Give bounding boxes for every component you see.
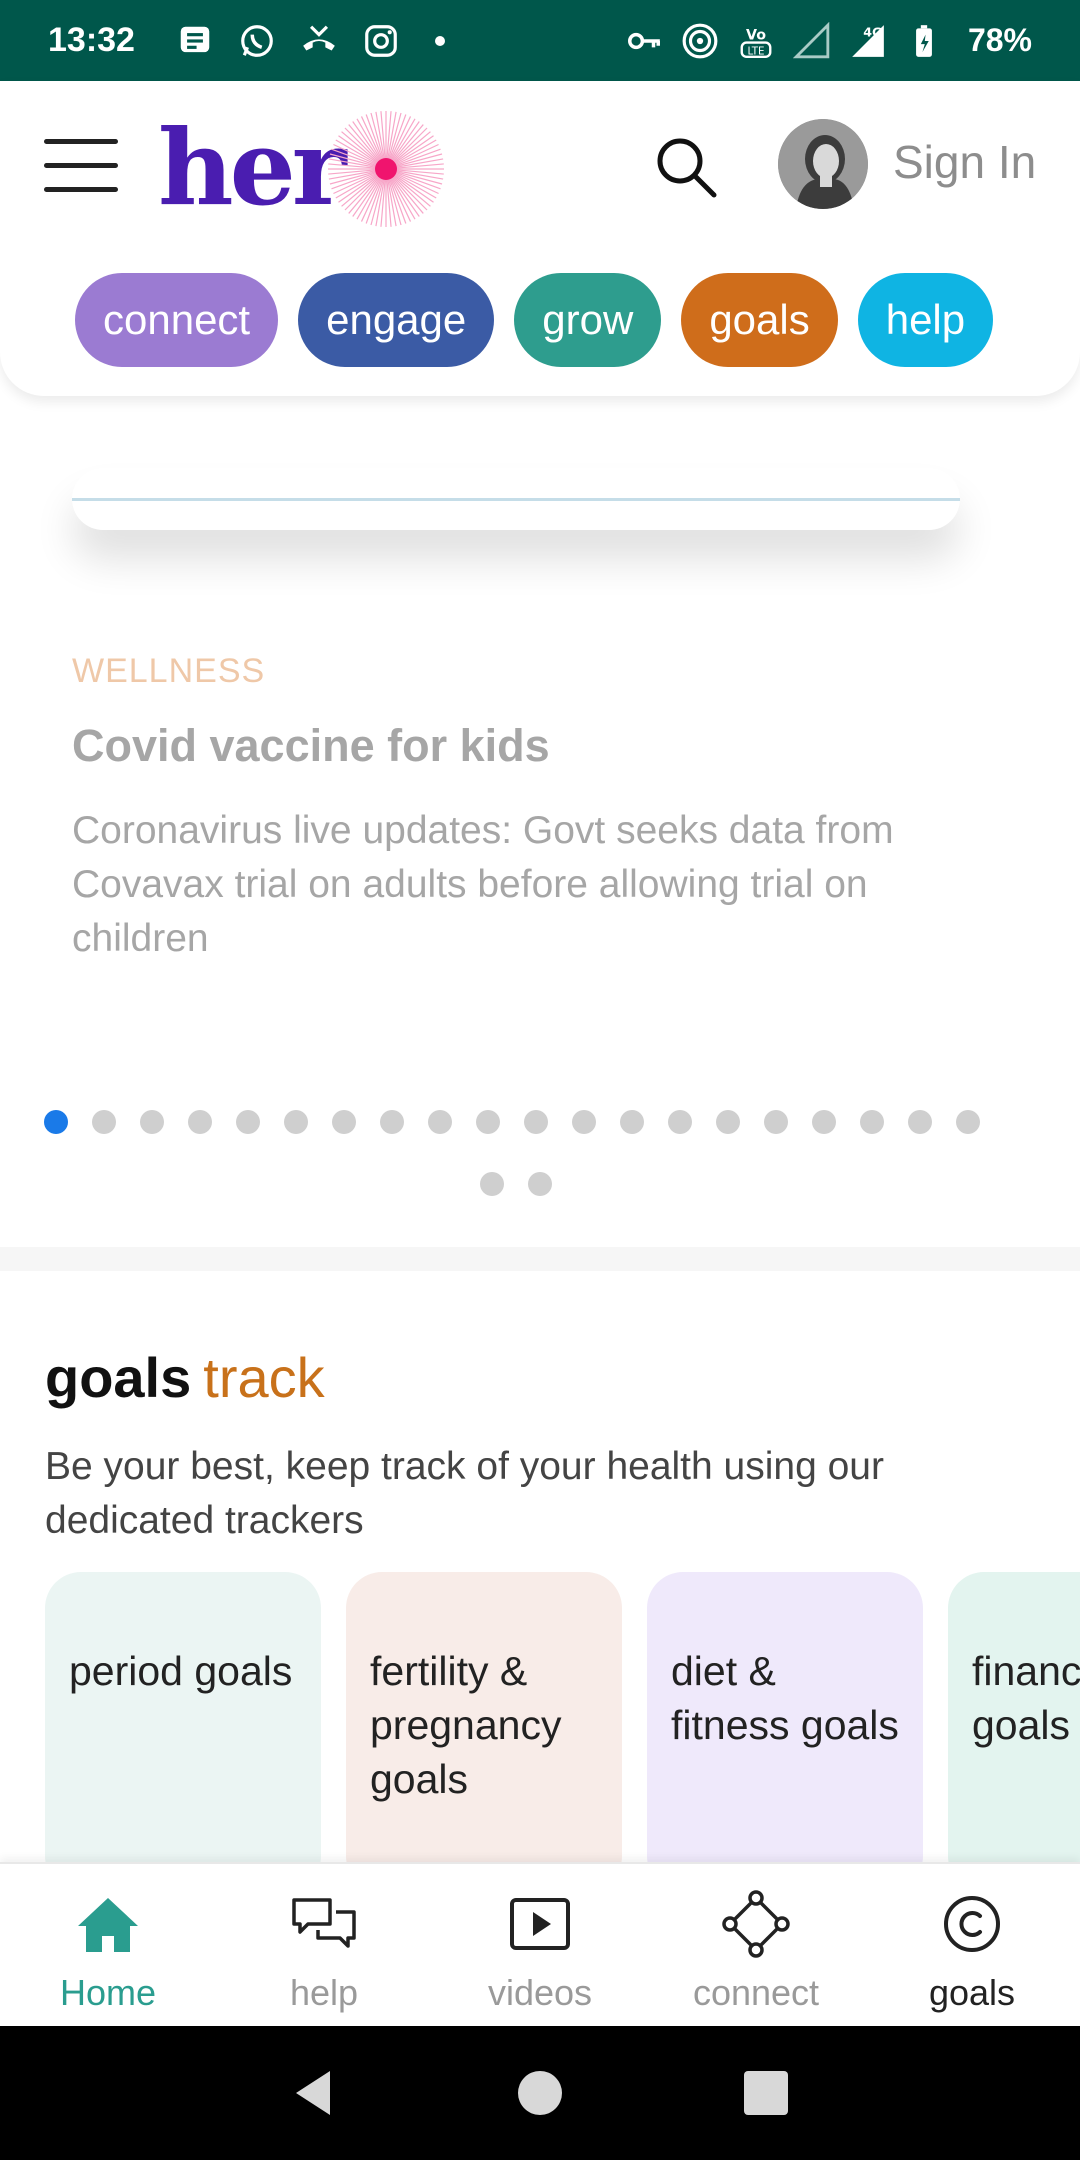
pagination-dot[interactable] bbox=[480, 1172, 504, 1196]
android-navigation-bar bbox=[0, 2026, 1080, 2160]
whatsapp-icon bbox=[237, 21, 277, 61]
nav-connect[interactable]: connect bbox=[648, 1864, 864, 2026]
nav-videos-label: videos bbox=[487, 1972, 593, 2013]
status-time: 13:32 bbox=[48, 21, 135, 59]
pagination-dot[interactable] bbox=[716, 1110, 740, 1134]
pagination-dot[interactable] bbox=[620, 1110, 644, 1134]
nav-help[interactable]: help bbox=[216, 1864, 432, 2026]
chip-connect[interactable]: connect bbox=[75, 273, 279, 367]
category-chips: connect engage grow goals help bbox=[75, 273, 994, 367]
signal-empty-icon bbox=[792, 21, 832, 61]
pagination-dot[interactable] bbox=[44, 1110, 68, 1134]
home-icon bbox=[78, 1898, 138, 1952]
chat-icon bbox=[292, 1898, 356, 1948]
nav-connect-label: connect bbox=[692, 1972, 820, 2013]
chip-engage[interactable]: engage bbox=[298, 273, 495, 367]
section-divider bbox=[0, 1247, 1080, 1271]
home-circle-icon[interactable] bbox=[512, 2065, 568, 2121]
more-notifications-dot bbox=[434, 35, 445, 46]
article-description: Coronavirus live updates: Govt seeks dat… bbox=[72, 809, 894, 960]
tracker-card-finance[interactable]: finance goals bbox=[948, 1572, 1080, 1862]
heading-main: goals bbox=[45, 1346, 192, 1409]
chip-grow[interactable]: grow bbox=[514, 273, 662, 367]
carousel-image-card[interactable] bbox=[72, 468, 960, 530]
sign-in-link[interactable]: Sign In bbox=[893, 135, 1036, 189]
app-header: her Sign In connect engage grow goals he… bbox=[0, 81, 1080, 396]
battery-charging-icon bbox=[904, 21, 944, 61]
logo-burst-icon bbox=[328, 111, 444, 227]
instagram-icon bbox=[361, 21, 401, 61]
hamburger-menu-icon[interactable] bbox=[44, 139, 118, 195]
missed-call-icon bbox=[299, 21, 339, 61]
bottom-navigation: Home help videos connect goals bbox=[0, 1862, 1080, 2026]
status-bar: 13:32 Vo LTE 4G 78% bbox=[0, 0, 1080, 81]
article-category: WELLNESS bbox=[72, 652, 266, 690]
pagination-dot[interactable] bbox=[528, 1172, 552, 1196]
article-title[interactable]: Covid vaccine for kids bbox=[72, 720, 550, 772]
vpn-key-icon bbox=[624, 21, 664, 61]
pagination-dot[interactable] bbox=[92, 1110, 116, 1134]
goals-track-description: Be your best, keep track of your health … bbox=[45, 1445, 884, 1542]
tracker-card-diet[interactable]: diet & fitness goals bbox=[647, 1572, 923, 1862]
signal-4g-icon: 4G bbox=[848, 21, 888, 61]
nav-goals-label: goals bbox=[928, 1972, 1016, 2013]
pagination-dot[interactable] bbox=[140, 1110, 164, 1134]
pagination-dot[interactable] bbox=[524, 1110, 548, 1134]
pagination-dot[interactable] bbox=[956, 1110, 980, 1134]
nav-home-label: Home bbox=[59, 1972, 157, 2013]
goals-icon bbox=[944, 1896, 1000, 1952]
pagination-dot[interactable] bbox=[284, 1110, 308, 1134]
pagination-dot[interactable] bbox=[236, 1110, 260, 1134]
pagination-dot[interactable] bbox=[380, 1110, 404, 1134]
hotspot-icon bbox=[680, 21, 720, 61]
burst-center bbox=[375, 158, 397, 180]
goals-track-heading: goals track bbox=[45, 1345, 325, 1410]
pagination-dot[interactable] bbox=[332, 1110, 356, 1134]
svg-text:Vo: Vo bbox=[746, 27, 766, 43]
connect-icon bbox=[722, 1890, 790, 1958]
pagination-dot[interactable] bbox=[572, 1110, 596, 1134]
chip-help[interactable]: help bbox=[857, 273, 994, 367]
pagination-dot[interactable] bbox=[764, 1110, 788, 1134]
play-icon bbox=[510, 1898, 570, 1950]
her-logo[interactable]: her bbox=[158, 103, 444, 233]
pagination-dot[interactable] bbox=[188, 1110, 212, 1134]
volte-icon: Vo LTE bbox=[736, 21, 776, 61]
avatar[interactable] bbox=[778, 119, 868, 209]
heading-accent: track bbox=[203, 1346, 325, 1409]
nav-videos[interactable]: videos bbox=[432, 1864, 648, 2026]
pagination-dot[interactable] bbox=[668, 1110, 692, 1134]
chip-goals[interactable]: goals bbox=[681, 273, 838, 367]
svg-text:4G: 4G bbox=[863, 24, 882, 39]
pagination-dot[interactable] bbox=[908, 1110, 932, 1134]
back-icon[interactable] bbox=[286, 2065, 342, 2121]
card-progress-line bbox=[72, 498, 960, 501]
system-status-icons: Vo LTE 4G 78% bbox=[624, 21, 1032, 61]
pagination-dot[interactable] bbox=[476, 1110, 500, 1134]
pagination-dot[interactable] bbox=[428, 1110, 452, 1134]
pagination-dot[interactable] bbox=[812, 1110, 836, 1134]
svg-text:LTE: LTE bbox=[747, 45, 764, 57]
tracker-card-period[interactable]: period goals bbox=[45, 1572, 321, 1862]
recents-icon[interactable] bbox=[738, 2065, 794, 2121]
nav-help-label: help bbox=[289, 1972, 359, 2013]
nav-home[interactable]: Home bbox=[0, 1864, 216, 2026]
pagination-dot[interactable] bbox=[860, 1110, 884, 1134]
user-silhouette-icon bbox=[778, 119, 868, 209]
nav-goals[interactable]: goals bbox=[864, 1864, 1080, 2026]
message-notification-icon bbox=[175, 21, 215, 61]
tracker-cards: period goals fertility & pregnancy goals… bbox=[45, 1572, 1080, 1862]
search-icon[interactable] bbox=[650, 131, 722, 203]
logo-text: her bbox=[158, 106, 347, 229]
battery-percentage: 78% bbox=[967, 22, 1032, 58]
notification-icons bbox=[175, 21, 445, 61]
carousel-pagination bbox=[44, 1110, 1044, 1196]
tracker-card-fertility[interactable]: fertility & pregnancy goals bbox=[346, 1572, 622, 1862]
